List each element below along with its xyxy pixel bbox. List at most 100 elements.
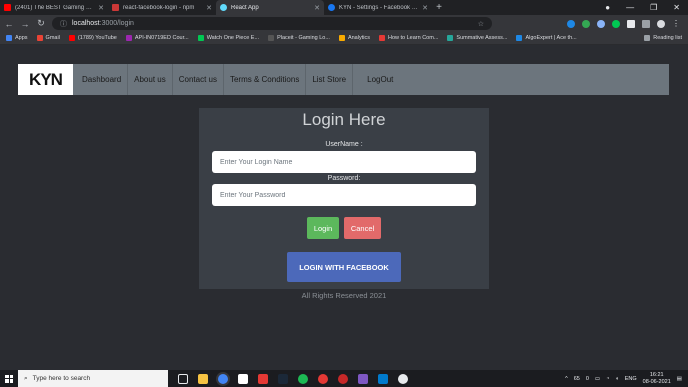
bookmark-gmail[interactable]: Gmail <box>36 35 60 41</box>
site-icon <box>447 35 454 41</box>
clock-time: 16:21 <box>649 371 664 378</box>
settings-gear-icon[interactable] <box>398 373 408 384</box>
bookmark-one-piece[interactable]: Watch One Piece E... <box>197 35 260 41</box>
login-title: Login Here <box>302 110 386 129</box>
close-tab-icon[interactable]: ✕ <box>314 4 320 12</box>
nav-contact-us[interactable]: Contact us <box>173 64 224 95</box>
bookmark-summative[interactable]: Summative Assess... <box>447 35 507 41</box>
tab-youtube[interactable]: (2401) The BEST Gaming Mouse ✕ <box>0 0 108 15</box>
bookmark-placeit[interactable]: Placeit - Gaming Lo... <box>268 35 330 41</box>
footer-copyright: All Rights Reserved 2021 <box>301 291 387 300</box>
spotify-icon[interactable] <box>298 373 308 384</box>
bookmark-label: Analytics <box>347 35 370 41</box>
app-icon[interactable] <box>338 373 348 384</box>
password-label: Password: <box>327 175 361 182</box>
taskbar-apps <box>178 373 408 384</box>
tab-facebook-settings[interactable]: KYN - Settings - Facebook for D ✕ <box>324 0 432 15</box>
close-tab-icon[interactable]: ✕ <box>98 4 104 12</box>
extension-icon[interactable] <box>627 19 635 28</box>
app-icon[interactable] <box>238 373 248 384</box>
language-indicator[interactable]: ENG <box>625 376 637 382</box>
youtube-favicon-icon <box>4 4 11 11</box>
tab-react-app[interactable]: React App ✕ <box>216 0 324 15</box>
notifications-icon[interactable]: ▤ <box>677 376 682 382</box>
bookmarks-bar: Apps Gmail (1789) YouTube API-IN0719ED C… <box>0 32 688 45</box>
username-input[interactable] <box>212 151 476 173</box>
reading-list-label: Reading list <box>653 35 682 41</box>
nav-logout[interactable]: LogOut <box>353 64 399 95</box>
extension-icon[interactable] <box>597 19 605 28</box>
main-navbar: KYN Dashboard About us Contact us Terms … <box>18 64 669 95</box>
task-view-icon[interactable] <box>178 373 188 384</box>
forward-arrow-icon[interactable]: → <box>20 19 30 29</box>
start-button[interactable] <box>0 370 18 387</box>
course-icon <box>125 35 132 41</box>
facebook-login-button[interactable]: LOGIN WITH FACEBOOK <box>287 252 401 282</box>
chevron-up-icon[interactable]: ^ <box>565 376 568 382</box>
close-window-icon[interactable]: ✕ <box>673 3 680 12</box>
password-input[interactable] <box>212 184 476 206</box>
maximize-icon[interactable]: ❐ <box>650 3 657 12</box>
nav-list-store[interactable]: List Store <box>306 64 354 95</box>
extension-icon[interactable] <box>612 19 620 28</box>
avatar[interactable] <box>657 19 665 28</box>
temperature-readout: 65 <box>573 375 580 382</box>
vscode-icon[interactable] <box>378 373 388 384</box>
clock[interactable]: 16:21 08-06-2021 <box>643 372 671 386</box>
nav-dashboard[interactable]: Dashboard <box>73 64 129 95</box>
profile-icon[interactable]: ● <box>605 3 610 12</box>
bookmark-star-icon[interactable]: ☆ <box>478 20 484 28</box>
bookmark-youtube[interactable]: (1789) YouTube <box>68 35 117 41</box>
back-arrow-icon[interactable]: ← <box>4 19 14 29</box>
extension-icon[interactable] <box>567 19 575 28</box>
app-icon[interactable] <box>258 373 268 384</box>
analytics-icon <box>338 35 345 41</box>
login-button[interactable]: Login <box>307 217 339 239</box>
bookmark-analytics[interactable]: Analytics <box>338 35 370 41</box>
nav-about-us[interactable]: About us <box>128 64 173 95</box>
opera-icon[interactable] <box>318 373 328 384</box>
system-tray: ^ 65 0 ▭ ◔ ◖ ENG 16:21 08-06-2021 ▤ <box>565 372 688 386</box>
steam-icon[interactable] <box>278 373 288 384</box>
nav-terms-conditions[interactable]: Terms & Conditions <box>224 64 307 95</box>
windows-logo-icon <box>5 374 13 383</box>
bookmark-label: Gmail <box>45 35 60 41</box>
volume-icon[interactable]: ◖ <box>615 376 618 382</box>
bookmark-label: How to Learn Com... <box>387 35 439 41</box>
bookmark-label: AlgoExpert | Ace th... <box>525 35 577 41</box>
facebook-favicon-icon <box>328 4 335 11</box>
close-tab-icon[interactable]: ✕ <box>422 4 428 12</box>
tab-title: (2401) The BEST Gaming Mouse <box>15 4 95 11</box>
menu-dots-icon[interactable]: ⋮ <box>672 19 680 28</box>
reading-list-icon <box>644 35 651 41</box>
brand-logo[interactable]: KYN <box>18 64 73 95</box>
bookmark-apps[interactable]: Apps <box>6 35 28 41</box>
new-tab-button[interactable]: + <box>432 0 446 15</box>
close-tab-icon[interactable]: ✕ <box>206 4 212 12</box>
cancel-button[interactable]: Cancel <box>344 217 381 239</box>
taskbar-search[interactable]: ⌕ Type here to search <box>18 370 168 387</box>
chrome-icon[interactable] <box>218 373 228 384</box>
bookmark-label: Watch One Piece E... <box>206 35 260 41</box>
bookmark-label: Apps <box>15 35 28 41</box>
extensions-area: ⋮ <box>567 19 684 28</box>
file-explorer-icon[interactable] <box>198 373 208 384</box>
wifi-icon[interactable]: ◔ <box>606 376 609 382</box>
bookmark-learn[interactable]: How to Learn Com... <box>378 35 439 41</box>
reload-icon[interactable]: ↻ <box>36 18 46 29</box>
address-bar[interactable]: ⓘ localhost:3000/login ☆ <box>52 17 492 30</box>
puzzle-icon[interactable] <box>642 19 650 28</box>
tab-npm[interactable]: react-facebook-login - npm ✕ <box>108 0 216 15</box>
extension-icon[interactable] <box>582 19 590 28</box>
site-icon <box>378 35 385 41</box>
info-icon[interactable]: ⓘ <box>60 19 67 29</box>
battery-icon[interactable]: ▭ <box>595 376 600 382</box>
app-icon[interactable] <box>358 373 368 384</box>
reading-list-button[interactable]: Reading list <box>644 35 682 41</box>
browser-tab-strip: (2401) The BEST Gaming Mouse ✕ react-fac… <box>0 0 688 15</box>
bookmark-algoexpert[interactable]: AlgoExpert | Ace th... <box>516 35 577 41</box>
bookmark-api-course[interactable]: API-IN0719ED Cour... <box>125 35 189 41</box>
minimize-icon[interactable]: — <box>626 3 634 12</box>
battery-percent: 0 <box>585 375 589 382</box>
bookmark-label: Summative Assess... <box>456 35 508 41</box>
